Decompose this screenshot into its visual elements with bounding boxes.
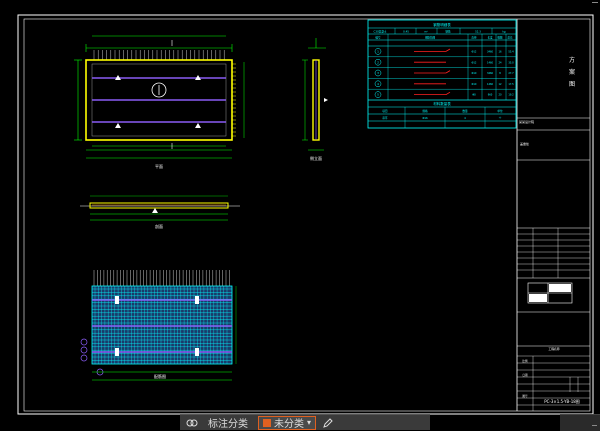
corner-mark-bottom (592, 421, 597, 426)
project-label: 工程名称 (548, 347, 559, 351)
row-diameter: Φ8 (472, 94, 476, 97)
top-row-cell: C30混凝土 (374, 30, 387, 34)
cad-drawing-canvas[interactable]: 平面 侧立面 剖面 配筋图 钢筋明细表 C30混凝土 0.45 m³ 钢筋 52… (0, 0, 600, 430)
rebar-schedule-table: 钢筋明细表 C30混凝土 0.45 m³ 钢筋 52.3 kg 编号 钢筋简图 直径 长度 根数总… (367, 19, 517, 129)
side-view: 侧立面 (302, 38, 328, 161)
rebar-marker-circle (80, 346, 88, 354)
row-diameter: Φ12 (472, 51, 477, 54)
row-number: 2 (377, 60, 379, 64)
sub-table-cell: 个 (499, 116, 502, 120)
company-label: 某某设计院 (519, 119, 534, 124)
row-length: 1460 (487, 61, 494, 64)
title-block: 方案图 某某设计院 盖章处 工程名称 比例日期图号 PC-3×1.5-YB-18… (516, 19, 590, 411)
rebar-shape-hook (445, 91, 451, 95)
rebar-view: 配筋图 (80, 270, 237, 381)
tab-annotation-category-label: 标注分类 (208, 419, 248, 430)
sheet-label: 图号 (522, 394, 528, 398)
sub-table-header-cell: 单位 (497, 109, 503, 113)
row-count: 12 (498, 83, 502, 86)
rebar-view-label: 配筋图 (154, 373, 166, 379)
rebar-marker-circle (80, 354, 88, 362)
row-length: 1460 (487, 83, 494, 86)
row-total: 19.2 (508, 94, 514, 97)
top-row-cell: 52.3 (475, 30, 481, 34)
tab-annotation-category[interactable]: 标注分类 (204, 416, 252, 430)
sub-table-cell: Φ16 (422, 116, 428, 120)
sub-table-cell: 4 (464, 116, 466, 120)
row-number: 3 (377, 71, 379, 75)
tab-uncategorized-label: 未分类 (274, 419, 304, 430)
vertical-title-char: 图 (569, 81, 575, 88)
vertical-title-char: 方 (569, 56, 575, 64)
layer-tab-bar: 标注分类 未分类 ▾ (180, 414, 430, 430)
row-length: 960 (488, 94, 493, 97)
sub-table-header-cell: 规格 (422, 109, 428, 113)
main-table-header-cell: 总长 (507, 36, 513, 40)
layers-icon[interactable] (186, 417, 198, 429)
sub-table-header-cell: 项目 (382, 109, 388, 113)
main-table-header-cell: 编号 (375, 36, 381, 40)
row-count: 24 (498, 61, 502, 64)
edit-pencil-icon[interactable] (322, 417, 334, 429)
dropdown-arrow-icon[interactable]: ▾ (307, 418, 311, 427)
main-table-header-cell: 根数 (497, 36, 503, 40)
sub-table-cell: 吊环 (382, 116, 388, 120)
row-diameter: Φ12 (472, 61, 477, 64)
drawing-number: PC-3×1.5-YB-18图 (544, 398, 580, 404)
row-diameter: Φ10 (472, 83, 477, 86)
stamp-label: 盖章处 (520, 141, 529, 146)
row-number: 4 (377, 82, 379, 86)
date-label: 日期 (522, 373, 528, 377)
row-total: 27.7 (508, 72, 514, 75)
row-count: 16 (498, 51, 502, 54)
top-row-cell: m³ (424, 31, 428, 34)
vertical-title-char: 案 (569, 68, 575, 76)
rebar-shape-hook (445, 48, 451, 52)
row-total: 55.4 (508, 51, 514, 54)
plan-view: 平面 (74, 35, 245, 169)
row-number: 1 (377, 50, 379, 54)
sub-table-title: 材料数量表 (433, 101, 451, 106)
row-length: 3460 (487, 51, 494, 54)
top-row-cell: kg (502, 30, 506, 34)
rebar-shape-hook (445, 70, 451, 74)
row-diameter: Φ10 (472, 72, 477, 75)
corner-mark-top (592, 2, 598, 7)
row-count: 20 (498, 94, 502, 97)
main-table-header-cell: 长度 (487, 36, 493, 40)
row-number: 5 (377, 93, 379, 97)
plan-view-label: 平面 (155, 164, 163, 169)
rebar-marker-circle (80, 338, 88, 346)
main-table-header-cell: 直径 (471, 36, 477, 40)
row-total: 17.5 (508, 83, 514, 86)
main-table-header-cell: 钢筋简图 (425, 36, 436, 40)
section-view-label: 剖面 (155, 223, 163, 229)
side-view-label: 侧立面 (310, 155, 322, 161)
top-row-cell: 钢筋 (445, 30, 451, 34)
sub-table-header-cell: 数量 (462, 109, 468, 113)
tab-uncategorized[interactable]: 未分类 ▾ (258, 415, 317, 430)
row-length: 3460 (487, 72, 494, 75)
rebar-table-title: 钢筋明细表 (433, 22, 451, 27)
orange-square-icon (263, 418, 271, 427)
scale-label: 比例 (522, 359, 528, 363)
row-count: 8 (499, 72, 501, 75)
top-row-cell: 0.45 (403, 30, 409, 34)
section-view: 剖面 (80, 195, 240, 229)
row-total: 35.0 (508, 61, 514, 64)
